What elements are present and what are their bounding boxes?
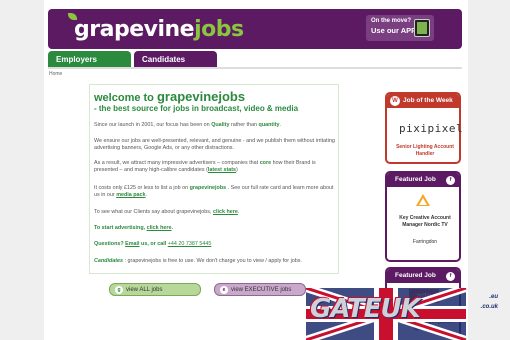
pricing-paragraph: It costs only £125 or less to list a job…	[94, 185, 334, 198]
intro-paragraph: Since our launch in 2001, our focus has …	[94, 122, 282, 128]
job-of-the-week-header: W Job of the Week	[387, 94, 459, 108]
site-logo[interactable]: grapevinejobs	[74, 17, 244, 42]
watermark-eu: .eu	[489, 294, 498, 300]
pixipixel-logo: pixipixel	[399, 122, 464, 135]
triangle-logo-icon	[416, 194, 430, 206]
media-pack-link[interactable]: media pack	[116, 192, 145, 198]
featured-badge-icon: f	[446, 176, 455, 185]
advertising-paragraph: To start advertising, click here.	[94, 225, 173, 231]
jotw-role[interactable]: Senior Lighting Account Handler	[391, 144, 459, 157]
welcome-panel: welcome to grapevinejobs - the best sour…	[89, 84, 339, 274]
quality-paragraph: We ensure our jobs are well-presented, r…	[94, 138, 335, 151]
tab-divider	[48, 67, 462, 69]
breadcrumb-home[interactable]: Home	[49, 71, 62, 77]
featured-badge-icon: f	[446, 272, 455, 281]
candidates-paragraph: Candidates : grapevinejobs is free to us…	[94, 258, 302, 264]
clients-click-here-link[interactable]: click here	[213, 209, 238, 215]
app-promo-line1: On the move?	[371, 18, 412, 24]
tab-candidates[interactable]: Candidates	[134, 51, 217, 67]
phone-icon	[414, 19, 430, 37]
executive-e-icon: e	[220, 286, 228, 294]
welcome-heading: welcome to grapevinejobs	[94, 89, 246, 104]
featured-job-1-role[interactable]: Key Creative Account Manager Nordic TV	[390, 215, 460, 228]
featured-job-header: Featured Job f	[387, 173, 459, 187]
advertising-click-here-link[interactable]: click here	[147, 225, 172, 231]
app-promo-line2: Use our APP	[371, 26, 417, 35]
app-promo-button[interactable]: On the move? Use our APP	[366, 15, 434, 41]
tab-employers[interactable]: Employers	[48, 51, 131, 67]
gateuk-watermark: GATEUK .eu .co.uk	[306, 288, 510, 340]
grapevine-g-icon: g	[115, 286, 123, 294]
site-header: grapevinejobs On the move? Use our APP	[48, 9, 462, 49]
view-executive-jobs-button[interactable]: e view EXECUTIVE jobs	[214, 283, 306, 296]
featured-job-1-location: Farringdon	[412, 239, 438, 245]
week-badge-icon: W	[390, 96, 400, 106]
tagline: - the best source for jobs in broadcast,…	[94, 104, 299, 113]
featured-job-card-1[interactable]: Featured Job f Key Creative Account Mana…	[385, 171, 461, 262]
clients-paragraph: To see what our Clients say about grapev…	[94, 209, 240, 215]
job-of-the-week-card[interactable]: W Job of the Week pixipixel Senior Light…	[385, 92, 464, 164]
advertisers-paragraph: As a result, we attract many impressive …	[94, 160, 316, 173]
featured-job-header: Featured Job f	[387, 269, 459, 283]
email-link[interactable]: Email	[125, 241, 139, 247]
phone-link[interactable]: +44 20 7387 5445	[168, 241, 212, 247]
latest-stats-link[interactable]: latest stats	[208, 167, 236, 173]
watermark-couk: .co.uk	[480, 304, 498, 310]
view-all-jobs-button[interactable]: g view ALL jobs	[109, 283, 201, 296]
watermark-text: GATEUK	[310, 294, 421, 324]
questions-paragraph: Questions? Email us, or call +44 20 7387…	[94, 241, 212, 247]
